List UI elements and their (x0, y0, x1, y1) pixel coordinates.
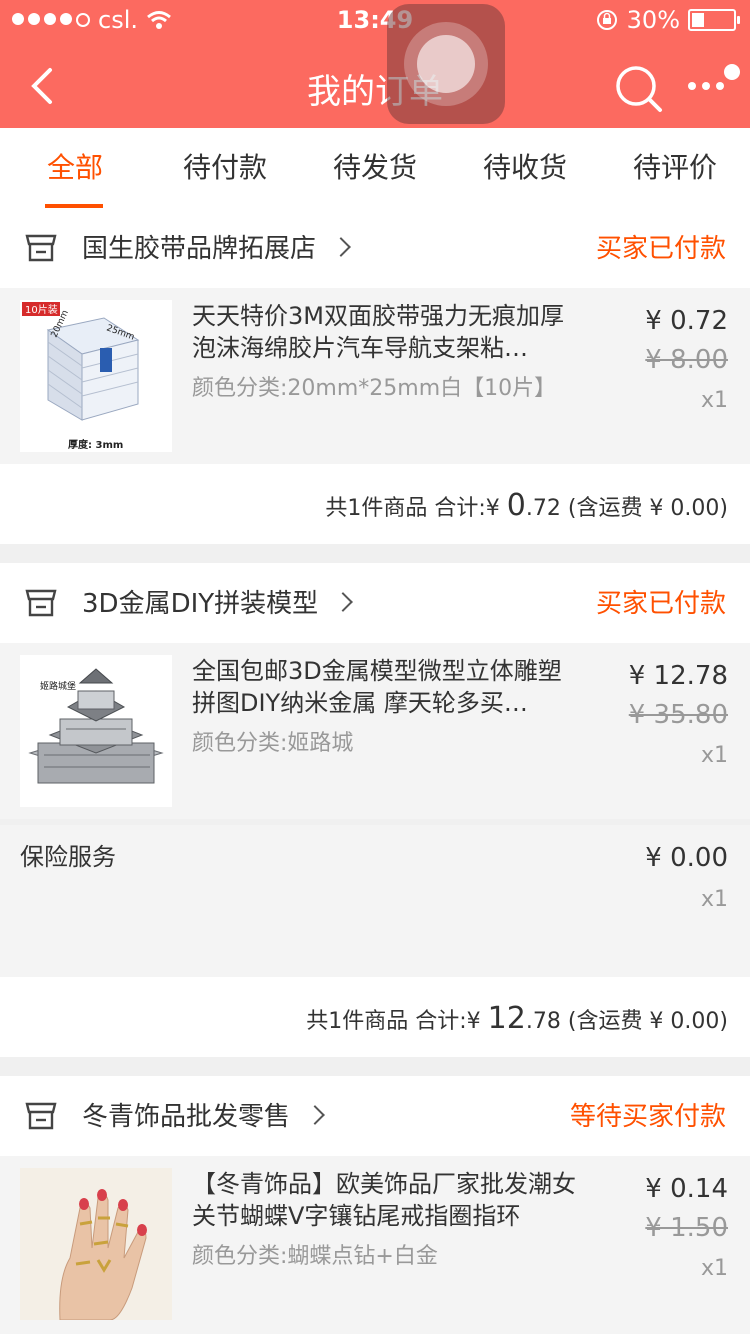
tab-label: 待评价 (632, 151, 717, 184)
product-quantity: x1 (700, 388, 728, 413)
product-price: ¥ 0.14 (645, 1174, 728, 1204)
product-price: ¥ 12.78 (628, 661, 728, 691)
order-summary: 共1件商品 合计:¥ 0.72 (含运费 ¥ 0.00) (0, 464, 750, 544)
order-card: 冬青饰品批发零售 等待买家付款 【冬青饰品】欧美饰品厂家批发潮女关节蝴蝶V字镶钻… (0, 1076, 750, 1334)
shop-icon (25, 234, 57, 262)
product-original-price: ¥ 1.50 (645, 1213, 728, 1243)
chevron-right-icon (305, 1104, 325, 1125)
product-sku: 颜色分类:姬路城 (192, 731, 354, 756)
search-icon[interactable] (612, 62, 664, 114)
order-item[interactable]: 10片装 20mm 25mm 厚度: 3mm 天天特价3M双面胶带强力无痕加厚泡… (0, 288, 750, 464)
order-item[interactable]: 【冬青饰品】欧美饰品厂家批发潮女关节蝴蝶V字镶钻尾戒指圈指环 颜色分类:蝴蝶点钻… (0, 1156, 750, 1334)
product-sku: 颜色分类:20mm*25mm白【10片】 (192, 376, 557, 401)
item-count: 共1件商品 (306, 1009, 409, 1034)
shop-name: 国生胶带品牌拓展店 (82, 234, 317, 264)
thumb-caption: 姬路城堡 (40, 680, 76, 692)
order-card: 3D金属DIY拼装模型 买家已付款 姬路城堡 全国包邮3D金属模型微型立体雕塑拼… (0, 563, 750, 1057)
shop-header[interactable]: 3D金属DIY拼装模型 买家已付款 (0, 563, 750, 643)
product-thumbnail: 10片装 20mm 25mm 厚度: 3mm (20, 300, 172, 452)
order-item[interactable]: 姬路城堡 全国包邮3D金属模型微型立体雕塑拼图DIY纳米金属 摩天轮多买… 颜色… (0, 643, 750, 819)
tab-pending-shipment[interactable]: 待发货 (300, 128, 450, 208)
shop-icon (25, 589, 57, 617)
tab-pending-receipt[interactable]: 待收货 (450, 128, 600, 208)
currency: ¥ (466, 1009, 481, 1034)
tab-all[interactable]: 全部 (0, 128, 150, 208)
thumb-caption: 厚度: 3mm (68, 438, 123, 451)
order-summary: 共1件商品 合计:¥ 12.78 (含运费 ¥ 0.00) (0, 977, 750, 1057)
shop-header[interactable]: 国生胶带品牌拓展店 买家已付款 (0, 208, 750, 288)
insurance-service-row[interactable]: 保险服务 ¥ 0.00 x1 (0, 825, 750, 977)
order-tabs: 全部 待付款 待发货 待收货 待评价 (0, 128, 750, 209)
product-original-price: ¥ 35.80 (628, 700, 728, 730)
product-title: 全国包邮3D金属模型微型立体雕塑拼图DIY纳米金属 摩天轮多买… (192, 657, 562, 717)
rotation-lock-icon (596, 10, 617, 30)
battery-icon (688, 9, 740, 31)
product-original-price: ¥ 8.00 (645, 345, 728, 375)
tab-label: 待付款 (182, 151, 267, 184)
tab-label: 待发货 (332, 151, 417, 184)
product-sku: 颜色分类:蝴蝶点钻+白金 (192, 1244, 438, 1269)
tab-label: 全部 (46, 151, 103, 184)
shop-icon (25, 1102, 57, 1130)
more-icon[interactable] (684, 62, 744, 106)
total-dec: .72 (525, 496, 561, 521)
product-quantity: x1 (700, 1256, 728, 1281)
shop-name: 冬青饰品批发零售 (82, 1102, 291, 1132)
product-price: ¥ 0.72 (645, 306, 728, 336)
assistive-touch-button[interactable] (387, 4, 505, 124)
item-count: 共1件商品 (325, 496, 428, 521)
nav-bar: 我的订单 (0, 48, 750, 124)
tab-pending-payment[interactable]: 待付款 (150, 128, 300, 208)
insurance-label: 保险服务 (20, 843, 116, 871)
shipping-fee: (含运费 ¥ 0.00) (567, 496, 728, 521)
thumb-badge: 10片装 (25, 303, 58, 316)
insurance-quantity: x1 (700, 887, 728, 912)
total-label: 合计: (415, 1009, 467, 1034)
chevron-right-icon (333, 591, 354, 612)
shop-header[interactable]: 冬青饰品批发零售 等待买家付款 (0, 1076, 750, 1156)
tab-label: 待收货 (482, 151, 567, 184)
product-title: 【冬青饰品】欧美饰品厂家批发潮女关节蝴蝶V字镶钻尾戒指圈指环 (192, 1170, 576, 1230)
shop-name: 3D金属DIY拼装模型 (82, 589, 319, 619)
order-card: 国生胶带品牌拓展店 买家已付款 10片装 20mm 25mm 厚度: 3mm 天… (0, 208, 750, 544)
currency: ¥ (485, 496, 500, 521)
product-thumbnail (20, 1168, 172, 1320)
order-status: 等待买家付款 (569, 1102, 726, 1132)
battery-percent: 30% (626, 6, 680, 34)
order-status: 买家已付款 (595, 589, 726, 619)
shipping-fee: (含运费 ¥ 0.00) (567, 1009, 728, 1034)
chevron-right-icon (331, 236, 351, 257)
total-dec: .78 (525, 1009, 561, 1034)
total-int: 0 (506, 488, 526, 523)
product-title: 天天特价3M双面胶带强力无痕加厚泡沫海绵胶片汽车导航支架粘… (192, 302, 564, 362)
top-bar: csl. 13:49 30% 我的订单 (0, 0, 750, 128)
product-thumbnail: 姬路城堡 (20, 655, 172, 807)
status-bar: csl. 13:49 30% (0, 0, 750, 40)
order-status: 买家已付款 (595, 234, 726, 264)
insurance-price: ¥ 0.00 (645, 843, 728, 873)
tab-pending-review[interactable]: 待评价 (600, 128, 750, 208)
total-label: 合计: (434, 496, 486, 521)
total-int: 12 (487, 1001, 526, 1036)
product-quantity: x1 (700, 743, 728, 768)
